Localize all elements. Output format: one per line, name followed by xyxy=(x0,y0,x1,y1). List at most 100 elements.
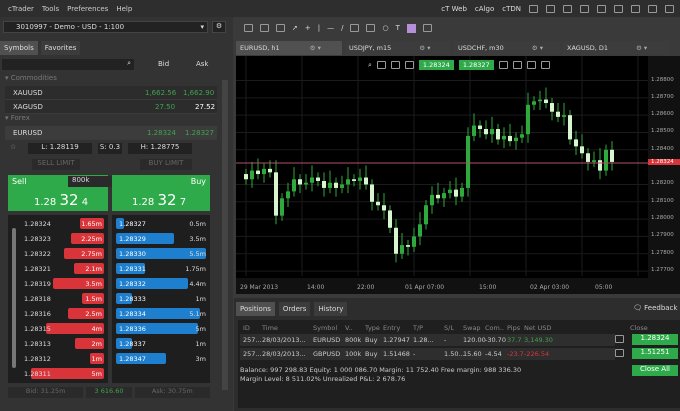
buy-price: 1.28 32 7 xyxy=(132,191,187,209)
server-icon[interactable] xyxy=(529,4,538,13)
ctweb-link[interactable]: cT Web xyxy=(441,5,467,13)
tab-favorites[interactable]: Favorites xyxy=(40,41,81,55)
column-header[interactable]: Swap xyxy=(463,324,481,332)
tab-chart-2[interactable]: USDCHF, m30 ⚙ ▾ xyxy=(454,41,560,55)
quick-sell-button[interactable]: 1.28324 xyxy=(418,60,454,70)
symbol-row[interactable]: XAUUSD 1,662.56 1,662.90 xyxy=(5,86,217,100)
quick-buy-button[interactable]: 1.28327 xyxy=(458,60,494,70)
sound-icon[interactable] xyxy=(631,4,640,13)
close-position-button[interactable]: 1.28324 xyxy=(632,334,678,345)
account-selector[interactable]: 3010997 - Demo - USD - 1:100 ▾ xyxy=(3,21,208,33)
ask-depth-price: 1.28337 xyxy=(119,340,146,348)
symbol-row-selected[interactable]: EURUSD 1.28324 1.28327 xyxy=(5,126,217,140)
ctdn-link[interactable]: cTDN xyxy=(502,5,521,13)
bid-depth-price: 1.28319 xyxy=(24,280,51,288)
candlestick-chart[interactable]: 29 Mar 2013 14:00 22:00 01 Apr 07:00 15:00 02… xyxy=(236,56,648,294)
star-icon[interactable]: ☆ xyxy=(10,143,22,151)
chart-type-icon[interactable] xyxy=(376,61,386,69)
text-icon[interactable]: T xyxy=(396,24,400,32)
column-header[interactable]: S/L xyxy=(444,324,454,332)
layout-single-icon[interactable] xyxy=(244,24,253,32)
sell-limit-button[interactable]: SELL LIMIT xyxy=(32,159,80,170)
close-position-button[interactable]: 1.51251 xyxy=(632,348,678,359)
layout-free-icon[interactable] xyxy=(276,24,285,32)
menu-preferences[interactable]: Preferences xyxy=(67,5,108,13)
crosshair-icon[interactable]: + xyxy=(305,24,311,32)
price-axis[interactable]: 1.28800 1.28700 1.28600 1.28500 1.28400 1.282… xyxy=(648,56,680,294)
chart-area[interactable]: 29 Mar 2013 14:00 22:00 01 Apr 07:00 15:00 02… xyxy=(236,56,648,294)
settings-icon[interactable] xyxy=(512,61,522,69)
timeframe-icon[interactable] xyxy=(404,61,414,69)
candle-body xyxy=(274,172,278,216)
candle-body xyxy=(514,137,518,142)
edit-position-icon[interactable] xyxy=(615,335,624,343)
rectangle-icon[interactable] xyxy=(366,24,376,32)
column-header[interactable]: Time xyxy=(262,324,278,332)
calgo-link[interactable]: cAlgo xyxy=(475,5,494,13)
tab-symbols[interactable]: Symbols xyxy=(0,41,38,55)
edit-position-icon[interactable] xyxy=(615,349,624,357)
buy-limit-button[interactable]: BUY LIMIT xyxy=(140,159,192,170)
buy-button[interactable]: Buy 1.28 32 7 xyxy=(112,175,210,211)
chart-icon[interactable] xyxy=(563,4,572,13)
users-icon[interactable] xyxy=(580,4,589,13)
cursor-icon[interactable]: ➚ xyxy=(292,24,298,32)
vertical-line-icon[interactable]: | xyxy=(318,24,320,32)
color-picker-icon[interactable] xyxy=(406,23,416,33)
column-header[interactable]: V.. xyxy=(345,324,353,332)
tab-options-icon[interactable]: ⚙ ▾ xyxy=(636,41,647,55)
zoom-icon[interactable]: ⌕ xyxy=(368,61,372,70)
tab-options-icon[interactable]: ⚙ ▾ xyxy=(419,41,430,55)
symbol-row[interactable]: XAGUSD 27.50 27.52 xyxy=(5,100,217,114)
column-header[interactable]: T/P xyxy=(413,324,423,332)
column-header[interactable]: Pips xyxy=(507,324,520,332)
trendline-icon[interactable]: / xyxy=(341,24,343,32)
depth-scrollbar[interactable] xyxy=(12,228,16,368)
column-header[interactable]: Close xyxy=(630,324,648,332)
symbol-search-input[interactable]: ⌕ xyxy=(2,59,134,70)
column-header[interactable]: Com.. xyxy=(485,324,504,332)
column-header[interactable]: Net USD xyxy=(524,324,551,332)
camera-icon[interactable] xyxy=(526,61,536,69)
menu-tools[interactable]: Tools xyxy=(42,5,59,13)
panel-icon[interactable] xyxy=(648,4,657,13)
candle-body xyxy=(580,146,584,154)
candle-body xyxy=(598,160,602,171)
tab-options-icon[interactable]: ⚙ ▾ xyxy=(532,41,543,55)
price-tick-label: 1.27800 xyxy=(651,249,674,256)
account-settings-icon[interactable]: ⚙ xyxy=(212,21,226,33)
chart-tab-label: USDJPY, m15 xyxy=(349,44,392,52)
feedback-button[interactable]: 🗨 Feedback xyxy=(633,304,677,312)
screenshot-icon[interactable] xyxy=(422,24,432,32)
column-header[interactable]: Entry xyxy=(383,324,400,332)
left-scrollbar[interactable] xyxy=(222,80,228,390)
group-forex[interactable]: ▾ Forex xyxy=(5,114,217,126)
group-commodities[interactable]: ▾ Commodities xyxy=(5,74,217,86)
close-all-button[interactable]: Close All xyxy=(632,365,678,376)
tab-options-icon[interactable]: ⚙ ▾ xyxy=(310,41,321,55)
menu-help[interactable]: Help xyxy=(116,5,132,13)
menu-ctrader[interactable]: cTrader xyxy=(8,5,34,13)
layout-multi-icon[interactable] xyxy=(260,24,269,32)
share-icon[interactable] xyxy=(540,61,550,69)
layout-icon[interactable] xyxy=(546,4,555,13)
tab-chart-0[interactable]: EURUSD, h1 ⚙ ▾ xyxy=(236,41,342,55)
tab-positions[interactable]: Positions xyxy=(236,302,275,316)
indicator-icon[interactable] xyxy=(390,61,400,69)
tab-orders[interactable]: Orders xyxy=(278,302,311,316)
horizontal-line-icon[interactable]: — xyxy=(327,24,334,32)
column-header[interactable]: ID xyxy=(243,324,250,332)
column-header[interactable]: Type xyxy=(365,324,380,332)
people-icon[interactable] xyxy=(498,61,508,69)
tab-history[interactable]: History xyxy=(314,302,348,316)
signal-icon[interactable] xyxy=(597,4,606,13)
candle-body xyxy=(418,224,422,237)
window-icon[interactable] xyxy=(614,4,623,13)
fibonacci-icon[interactable] xyxy=(350,24,360,32)
ellipse-icon[interactable]: ○ xyxy=(382,24,388,32)
column-header[interactable]: Symbol xyxy=(313,324,337,332)
tab-chart-1[interactable]: USDJPY, m15 ⚙ ▾ xyxy=(345,41,451,55)
fullscreen-icon[interactable] xyxy=(665,4,674,13)
tab-chart-3[interactable]: XAGUSD, D1 ⚙ ▾ xyxy=(563,41,669,55)
time-tick-label: 29 Mar 2013 xyxy=(240,284,278,291)
